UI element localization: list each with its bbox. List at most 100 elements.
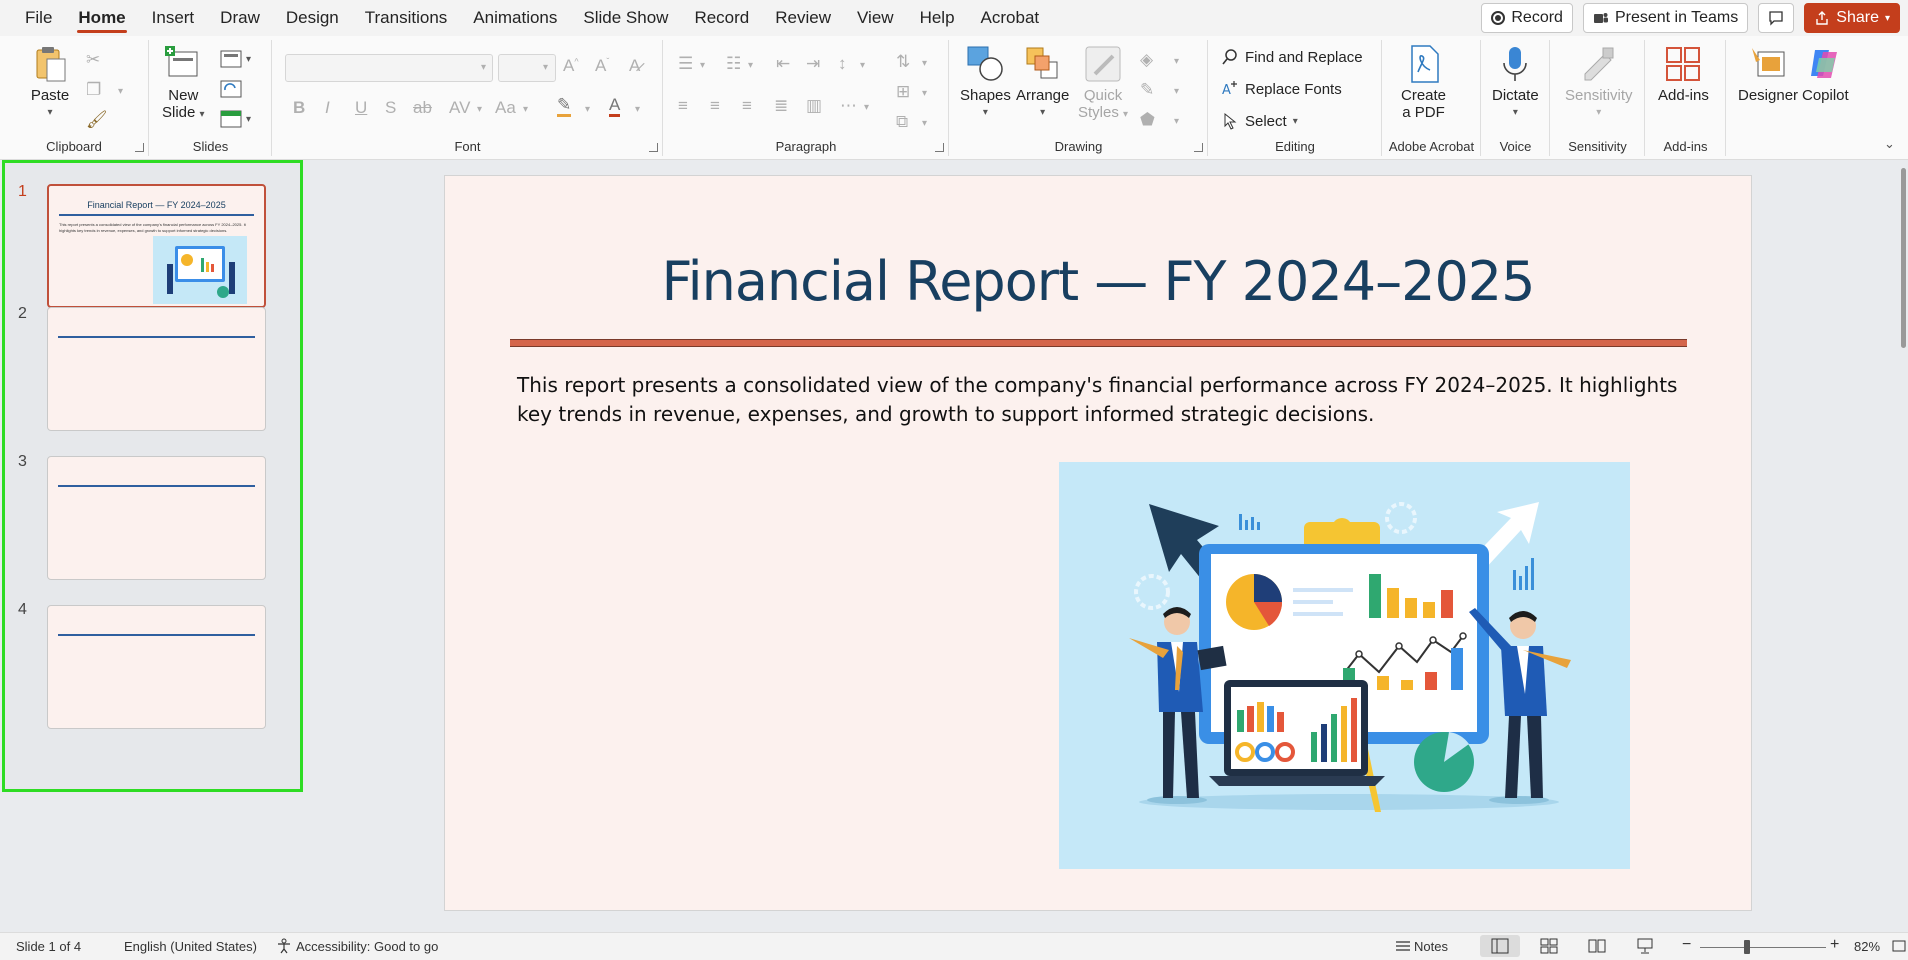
- copy-icon[interactable]: ❐: [86, 80, 101, 100]
- language-indicator[interactable]: English (United States): [124, 939, 257, 954]
- new-slide-chevron-icon[interactable]: ▾: [200, 109, 205, 120]
- new-slide-button[interactable]: New Slide ▾: [162, 44, 205, 123]
- quick-styles-button[interactable]: Quick Styles ▾: [1078, 44, 1128, 123]
- shape-outline-icon[interactable]: ✎: [1140, 80, 1154, 100]
- notes-button[interactable]: Notes: [1414, 939, 1448, 954]
- scrollbar-thumb[interactable]: [1901, 168, 1906, 348]
- distribute-icon[interactable]: ⋯: [840, 96, 857, 116]
- change-case-icon[interactable]: Aa: [495, 98, 516, 118]
- share-chevron-icon[interactable]: ▾: [1885, 13, 1890, 24]
- replace-fonts-button[interactable]: A Replace Fonts: [1221, 80, 1342, 99]
- slide-show-icon[interactable]: [1636, 938, 1654, 954]
- financial-analytics-illustration[interactable]: [1059, 462, 1630, 869]
- shadow-icon[interactable]: S: [385, 98, 396, 118]
- smartart-icon[interactable]: ⧉: [896, 112, 908, 132]
- shape-effects-chevron-icon[interactable]: ▾: [1174, 116, 1179, 127]
- character-spacing-chevron-icon[interactable]: ▾: [477, 104, 482, 115]
- slide-body-text[interactable]: This report presents a consolidated view…: [517, 371, 1697, 429]
- copy-chevron-icon[interactable]: ▾: [118, 86, 123, 97]
- create-pdf-button[interactable]: Create a PDF: [1401, 44, 1446, 121]
- tab-review[interactable]: Review: [762, 0, 844, 36]
- strikethrough-icon[interactable]: ab: [413, 98, 432, 118]
- section-chevron-icon[interactable]: ▾: [246, 114, 251, 125]
- increase-indent-icon[interactable]: ⇥: [806, 54, 820, 74]
- tab-view[interactable]: View: [844, 0, 907, 36]
- share-button[interactable]: Share ▾: [1804, 3, 1900, 33]
- smartart-chevron-icon[interactable]: ▾: [922, 118, 927, 129]
- shape-fill-chevron-icon[interactable]: ▾: [1174, 56, 1179, 67]
- bullets-icon[interactable]: ☰: [678, 54, 693, 74]
- align-text-chevron-icon[interactable]: ▾: [922, 88, 927, 99]
- clear-formatting-icon[interactable]: A̷: [629, 56, 640, 76]
- text-direction-chevron-icon[interactable]: ▾: [922, 58, 927, 69]
- tab-slide-show[interactable]: Slide Show: [570, 0, 681, 36]
- tab-insert[interactable]: Insert: [139, 0, 208, 36]
- shapes-chevron-icon[interactable]: ▾: [983, 104, 988, 121]
- tab-animations[interactable]: Animations: [460, 0, 570, 36]
- section-icon[interactable]: [220, 110, 242, 128]
- align-text-icon[interactable]: ⊞: [896, 82, 910, 102]
- zoom-slider-track[interactable]: [1700, 947, 1826, 948]
- slide-canvas[interactable]: Financial Report — FY 2024–2025 This rep…: [444, 175, 1752, 911]
- bullets-chevron-icon[interactable]: ▾: [700, 60, 705, 71]
- layout-icon[interactable]: [220, 50, 242, 68]
- tab-acrobat[interactable]: Acrobat: [968, 0, 1053, 36]
- tab-help[interactable]: Help: [907, 0, 968, 36]
- fit-to-window-icon[interactable]: [1892, 938, 1906, 954]
- tab-transitions[interactable]: Transitions: [352, 0, 461, 36]
- highlight-chevron-icon[interactable]: ▾: [585, 104, 590, 115]
- select-chevron-icon[interactable]: ▾: [1293, 116, 1298, 127]
- zoom-slider-handle[interactable]: [1744, 940, 1750, 954]
- text-direction-icon[interactable]: ⇅: [896, 52, 910, 72]
- slide-thumbnail-2[interactable]: [47, 307, 266, 431]
- font-name-chevron-icon[interactable]: ▾: [481, 62, 486, 73]
- clipboard-launcher-icon[interactable]: [135, 143, 144, 152]
- arrange-button[interactable]: Arrange ▾: [1016, 44, 1069, 121]
- present-in-teams-button[interactable]: Present in Teams: [1582, 3, 1749, 33]
- font-launcher-icon[interactable]: [649, 143, 658, 152]
- slide-thumbnail-1[interactable]: Financial Report — FY 2024–2025 This rep…: [47, 184, 266, 308]
- quick-styles-chevron-icon[interactable]: ▾: [1123, 109, 1128, 120]
- character-spacing-icon[interactable]: AV: [449, 98, 470, 118]
- dictate-chevron-icon[interactable]: ▾: [1513, 104, 1518, 121]
- zoom-in-icon[interactable]: +: [1830, 936, 1839, 954]
- align-left-icon[interactable]: ≡: [678, 96, 688, 116]
- drawing-launcher-icon[interactable]: [1194, 143, 1203, 152]
- bold-icon[interactable]: B: [293, 98, 305, 118]
- tab-file[interactable]: File: [12, 0, 65, 36]
- font-color-icon[interactable]: A: [609, 96, 621, 117]
- shape-effects-icon[interactable]: ⬟: [1140, 110, 1155, 130]
- tab-draw[interactable]: Draw: [207, 0, 273, 36]
- slide-thumbnail-4[interactable]: [47, 605, 266, 729]
- cut-icon[interactable]: ✂: [86, 50, 100, 70]
- comments-button[interactable]: [1758, 3, 1795, 33]
- addins-button[interactable]: Add-ins: [1658, 44, 1709, 104]
- tab-record[interactable]: Record: [681, 0, 762, 36]
- reading-view-icon[interactable]: [1588, 938, 1606, 954]
- format-painter-icon[interactable]: 🖌: [86, 110, 108, 130]
- paste-button[interactable]: Paste ▾: [30, 44, 70, 121]
- decrease-indent-icon[interactable]: ⇤: [776, 54, 790, 74]
- vertical-scrollbar[interactable]: [1900, 168, 1908, 932]
- underline-icon[interactable]: U: [355, 98, 367, 118]
- reset-slide-icon[interactable]: [220, 80, 242, 98]
- zoom-out-icon[interactable]: −: [1682, 936, 1691, 954]
- shapes-button[interactable]: Shapes ▾: [960, 44, 1011, 121]
- numbering-icon[interactable]: ☷: [726, 54, 741, 74]
- ribbon-collapse-chevron-icon[interactable]: ⌄: [1884, 136, 1895, 152]
- tab-home[interactable]: Home: [65, 0, 138, 36]
- font-color-chevron-icon[interactable]: ▾: [635, 104, 640, 115]
- slide-thumbnail-3[interactable]: [47, 456, 266, 580]
- columns-icon[interactable]: ▥: [806, 96, 822, 116]
- zoom-level[interactable]: 82%: [1854, 939, 1880, 954]
- accessibility-status[interactable]: Accessibility: Good to go: [296, 939, 438, 954]
- slide-title[interactable]: Financial Report — FY 2024–2025: [445, 250, 1751, 313]
- dictate-button[interactable]: Dictate ▾: [1492, 44, 1539, 121]
- slide-sorter-icon[interactable]: [1540, 938, 1558, 954]
- normal-view-button[interactable]: [1480, 935, 1520, 957]
- sensitivity-button[interactable]: Sensitivity ▾: [1565, 44, 1633, 121]
- distribute-chevron-icon[interactable]: ▾: [864, 102, 869, 113]
- change-case-chevron-icon[interactable]: ▾: [523, 104, 528, 115]
- designer-button[interactable]: Designer: [1738, 44, 1798, 104]
- highlight-icon[interactable]: ✎: [557, 96, 572, 117]
